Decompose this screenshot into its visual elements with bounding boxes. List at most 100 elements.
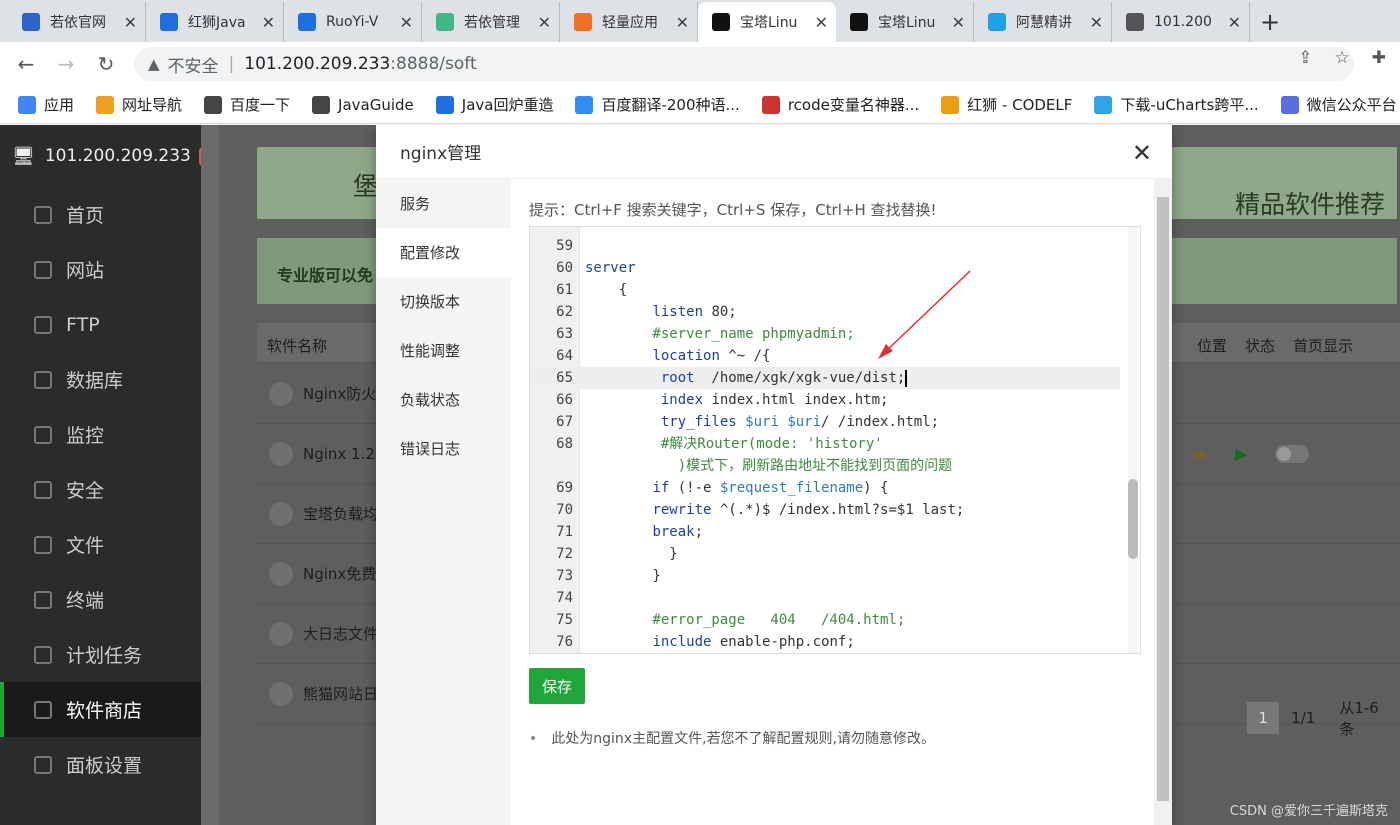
- warning-icon[interactable]: ▲: [148, 55, 160, 73]
- url-field[interactable]: ▲ 不安全 | 101.200.209.233 :8888/soft: [134, 47, 1354, 81]
- browser-tab[interactable]: 宝塔Linu ✕: [698, 2, 836, 42]
- code-line[interactable]: 75 #error_page 404 /404.html;: [530, 609, 1120, 631]
- editor-scroll-thumb[interactable]: [1128, 479, 1138, 559]
- tab-close-icon[interactable]: ✕: [952, 13, 965, 32]
- config-editor[interactable]: 59 60 server 61 {62 listen 80; 63 #server_na…: [529, 226, 1141, 654]
- code-line[interactable]: 76 include enable-php.conf;: [530, 631, 1120, 653]
- sidebar-item-label: 数据库: [66, 370, 124, 392]
- sidebar-item-label: 软件商店: [66, 700, 143, 722]
- tab-close-icon[interactable]: ✕: [1228, 13, 1241, 32]
- modal-nav-item[interactable]: 切换版本: [376, 277, 511, 326]
- browser-tab[interactable]: 若依管理 ✕: [422, 2, 560, 42]
- browser-tab-bar: 若依官网 ✕ 红狮Java ✕ RuoYi-V ✕ 若依管理 ✕ 轻量应用 ✕ 宝塔Linu ✕ 宝塔L…: [0, 0, 1400, 42]
- browser-tab[interactable]: 轻量应用 ✕: [560, 2, 698, 42]
- sidebar-item[interactable]: 安全: [0, 462, 201, 517]
- code-line[interactable]: 64 location ^~ /{: [530, 345, 1120, 367]
- browser-tab[interactable]: RuoYi-V ✕: [284, 2, 422, 42]
- code-line[interactable]: )模式下，刷新路由地址不能找到页面的问题: [530, 455, 1120, 477]
- browser-tab[interactable]: 阿慧精讲 ✕: [974, 2, 1112, 42]
- bookmark-item[interactable]: 应用: [18, 94, 74, 115]
- modal-nav-item[interactable]: 配置修改: [376, 228, 511, 277]
- save-button[interactable]: 保存: [529, 668, 585, 704]
- browser-tab[interactable]: 宝塔Linu ✕: [836, 2, 974, 42]
- code-line[interactable]: 61 {: [530, 279, 1120, 301]
- bookmark-item[interactable]: 网址导航: [96, 94, 182, 115]
- col-status: 状态: [1245, 337, 1276, 355]
- modal-nav-item[interactable]: 错误日志: [376, 424, 511, 473]
- homepage-toggle[interactable]: [1275, 444, 1310, 463]
- modal-nav-item[interactable]: 服务: [376, 179, 511, 228]
- bookmark-item[interactable]: 红狮 - CODELF: [941, 94, 1072, 115]
- code-line[interactable]: 66 index index.html index.htm;: [530, 389, 1120, 411]
- sidebar-item[interactable]: 网站: [0, 242, 201, 297]
- page-current[interactable]: 1: [1247, 702, 1280, 734]
- code-line[interactable]: 72 }: [530, 543, 1120, 565]
- bookmark-item[interactable]: JavaGuide: [312, 95, 414, 114]
- forward-icon[interactable]: →: [46, 44, 86, 84]
- server-ip: 101.200.209.233: [44, 146, 191, 166]
- tab-close-icon[interactable]: ✕: [815, 13, 828, 32]
- code-line[interactable]: 74: [530, 587, 1120, 609]
- back-icon[interactable]: ←: [6, 44, 46, 84]
- bookmark-item[interactable]: 百度翻译-200种语...: [575, 94, 740, 115]
- tab-close-icon[interactable]: ✕: [538, 13, 551, 32]
- code-text: rewrite ^(.*)$ /index.html?s=$1 last;: [652, 502, 965, 518]
- code-line[interactable]: 70 rewrite ^(.*)$ /index.html?s=$1 last;: [530, 499, 1120, 521]
- modal-nav-item[interactable]: 负载状态: [376, 375, 511, 424]
- doc-icon: [298, 13, 316, 31]
- sidebar-item[interactable]: 数据库: [0, 352, 201, 407]
- tab-close-icon[interactable]: ✕: [1090, 13, 1103, 32]
- bookmark-star-icon[interactable]: ☆: [1335, 48, 1350, 68]
- sidebar-scrollbar[interactable]: [201, 125, 219, 825]
- modal-scroll-thumb[interactable]: [1157, 197, 1169, 801]
- new-tab-button[interactable]: +: [1250, 2, 1290, 42]
- sidebar-item[interactable]: 软件商店: [0, 682, 201, 737]
- reload-icon[interactable]: ↻: [86, 44, 126, 84]
- share-icon[interactable]: ⇪: [1298, 48, 1312, 68]
- tab-close-icon[interactable]: ✕: [262, 13, 275, 32]
- play-icon[interactable]: ▶: [1235, 444, 1247, 463]
- sidebar-item[interactable]: 面板设置: [0, 737, 201, 792]
- sidebar-item[interactable]: 计划任务: [0, 627, 201, 682]
- tab-close-icon[interactable]: ✕: [676, 13, 689, 32]
- pagination: 1 1/1 从1-6条: [1247, 697, 1400, 739]
- page-range: 从1-6条: [1339, 699, 1379, 738]
- modal-scrollbar[interactable]: [1154, 179, 1172, 825]
- bookmark-item[interactable]: 下载-uCharts跨平...: [1094, 94, 1259, 115]
- banner-left-text: 堡: [353, 172, 379, 201]
- code-line[interactable]: 68 #解决Router(mode: 'history': [530, 433, 1120, 455]
- code-line[interactable]: 73 }: [530, 565, 1120, 587]
- code-line[interactable]: 65 root /home/xgk/xgk-vue/dist;: [530, 367, 1120, 389]
- doc-icon: [435, 95, 454, 114]
- bookmark-item[interactable]: 百度一下: [204, 94, 290, 115]
- editor-scrollbar[interactable]: [1128, 227, 1138, 653]
- sidebar-item[interactable]: 首页: [0, 187, 201, 242]
- browser-tab[interactable]: 若依官网 ✕: [8, 2, 146, 42]
- extensions-icon[interactable]: ✚: [1372, 48, 1386, 68]
- modal-nav-item[interactable]: 性能调整: [376, 326, 511, 375]
- browser-tab[interactable]: 101.200 ✕: [1112, 2, 1250, 42]
- sidebar-item[interactable]: 监控: [0, 407, 201, 462]
- bookmark-item[interactable]: 微信公众平台: [1280, 94, 1397, 115]
- code-line[interactable]: 59: [530, 235, 1120, 257]
- sidebar-item[interactable]: FTP: [0, 297, 201, 352]
- sidebar-item[interactable]: 文件: [0, 517, 201, 572]
- tab-close-icon[interactable]: ✕: [124, 13, 137, 32]
- tab-close-icon[interactable]: ✕: [400, 13, 413, 32]
- line-number: 69: [556, 480, 573, 496]
- code-line[interactable]: 71 break;: [530, 521, 1120, 543]
- code-line[interactable]: 60 server: [530, 257, 1120, 279]
- globe-icon: [312, 95, 331, 114]
- sidebar-item[interactable]: 终端: [0, 572, 201, 627]
- code-line[interactable]: 63 #server_name phpmyadmin;: [530, 323, 1120, 345]
- code-line[interactable]: 62 listen 80;: [530, 301, 1120, 323]
- browser-tab[interactable]: 红狮Java ✕: [146, 2, 284, 42]
- code-line[interactable]: 67 try_files $uri $uri/ /index.html;: [530, 411, 1120, 433]
- bookmark-item[interactable]: Java回炉重造: [435, 94, 553, 115]
- bookmark-label: 应用: [44, 96, 75, 114]
- code-line[interactable]: 69 if (!-e $request_filename) {: [530, 477, 1120, 499]
- folder-icon[interactable]: ▬: [1192, 444, 1207, 463]
- bookmark-item[interactable]: rcode变量名神器...: [761, 94, 919, 115]
- close-icon[interactable]: ✕: [1132, 139, 1152, 167]
- url-separator: |: [228, 54, 235, 74]
